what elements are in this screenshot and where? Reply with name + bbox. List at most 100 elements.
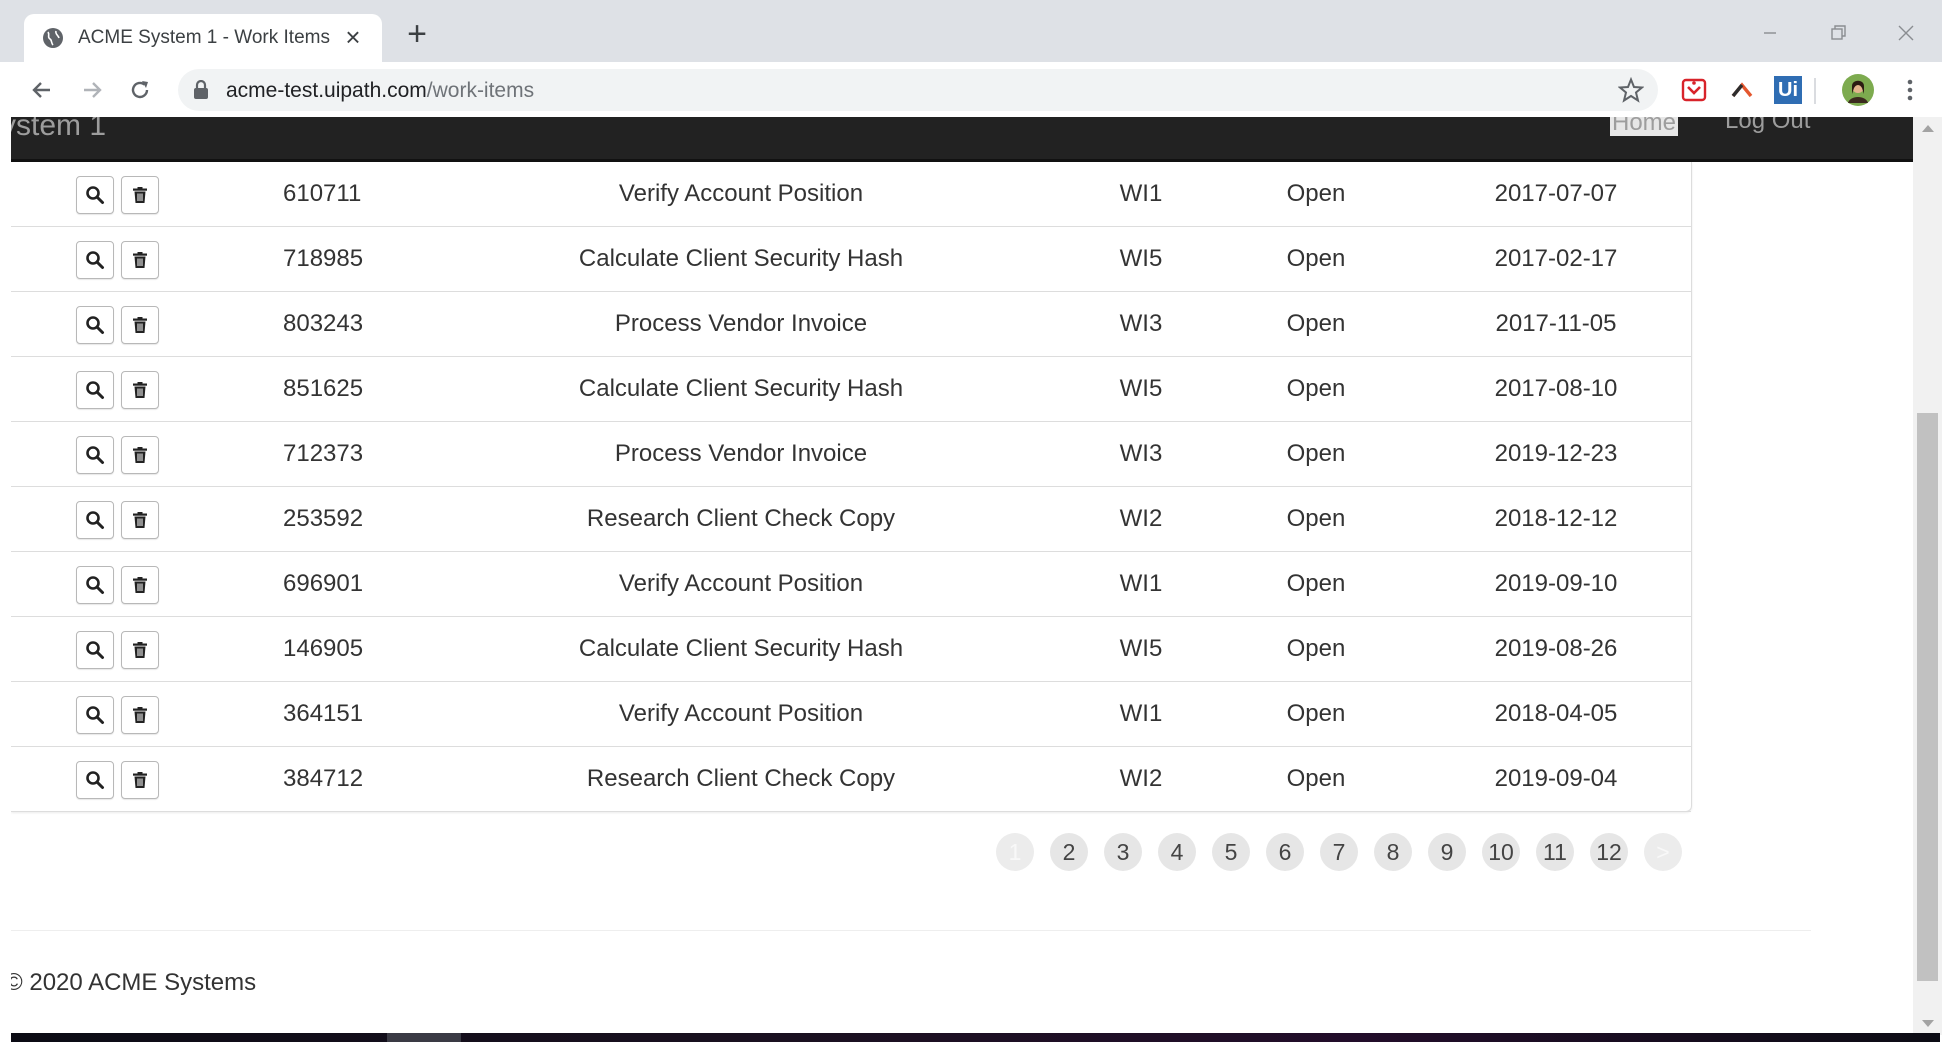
search-icon bbox=[86, 706, 104, 724]
screen: ACME System 1 - Work Items × + acme-test… bbox=[0, 0, 1942, 1042]
trash-icon bbox=[133, 707, 147, 723]
cell-wiid: 146905 bbox=[283, 635, 364, 662]
browser-menu-icon[interactable] bbox=[1896, 76, 1924, 104]
pagination-page[interactable]: 3 bbox=[1104, 833, 1142, 871]
delete-button[interactable] bbox=[121, 696, 159, 734]
new-tab-button[interactable]: + bbox=[402, 17, 432, 51]
reload-icon[interactable] bbox=[122, 72, 158, 108]
cell-description: Calculate Client Security Hash bbox=[578, 375, 904, 402]
nav-home-link[interactable]: Home bbox=[1610, 117, 1679, 136]
view-details-button[interactable] bbox=[76, 306, 114, 344]
cell-date: 2019-08-26 bbox=[1494, 635, 1618, 662]
work-items-table: 610711 Verify Account Position WI1 Open … bbox=[11, 162, 1692, 812]
address-bar[interactable]: acme-test.uipath.com/work-items bbox=[178, 69, 1658, 111]
view-details-button[interactable] bbox=[76, 241, 114, 279]
cell-status: Open bbox=[1286, 180, 1346, 207]
cell-status: Open bbox=[1286, 570, 1346, 597]
lock-icon bbox=[194, 80, 208, 99]
pagination-page[interactable]: 9 bbox=[1428, 833, 1466, 871]
caret-extension-icon[interactable] bbox=[1728, 76, 1756, 104]
minimize-icon[interactable] bbox=[1750, 16, 1790, 52]
trash-icon bbox=[133, 382, 147, 398]
page-scrollbar[interactable] bbox=[1913, 117, 1942, 1035]
forward-icon[interactable] bbox=[74, 72, 110, 108]
table-row: 696901 Verify Account Position WI1 Open … bbox=[11, 552, 1691, 617]
cell-date: 2017-02-17 bbox=[1494, 245, 1618, 272]
delete-button[interactable] bbox=[121, 501, 159, 539]
scroll-down-arrow-icon[interactable] bbox=[1922, 1020, 1934, 1027]
pagination-page[interactable]: 6 bbox=[1266, 833, 1304, 871]
cell-description: Verify Account Position bbox=[618, 570, 864, 597]
taskbar-active-app[interactable] bbox=[387, 1033, 461, 1042]
cell-type: WI3 bbox=[1119, 440, 1163, 467]
nav-logout-link[interactable]: Log Out bbox=[1725, 117, 1810, 135]
bookmark-star-icon[interactable] bbox=[1618, 77, 1644, 103]
delete-button[interactable] bbox=[121, 566, 159, 604]
view-details-button[interactable] bbox=[76, 436, 114, 474]
table-row: 253592 Research Client Check Copy WI2 Op… bbox=[11, 487, 1691, 552]
browser-tab[interactable]: ACME System 1 - Work Items × bbox=[24, 14, 382, 62]
delete-button[interactable] bbox=[121, 371, 159, 409]
view-details-button[interactable] bbox=[76, 176, 114, 214]
cell-description: Research Client Check Copy bbox=[586, 765, 896, 792]
close-window-icon[interactable] bbox=[1886, 16, 1926, 52]
restore-icon[interactable] bbox=[1818, 16, 1858, 52]
table-row: 146905 Calculate Client Security Hash WI… bbox=[11, 617, 1691, 682]
trash-icon bbox=[133, 772, 147, 788]
search-icon bbox=[86, 251, 104, 269]
cell-description: Calculate Client Security Hash bbox=[578, 635, 904, 662]
url-path: /work-items bbox=[426, 79, 535, 102]
pagination-page[interactable]: 4 bbox=[1158, 833, 1196, 871]
pagination-page[interactable]: 11 bbox=[1536, 833, 1574, 871]
close-tab-icon[interactable]: × bbox=[340, 24, 366, 50]
trash-icon bbox=[133, 642, 147, 658]
delete-button[interactable] bbox=[121, 761, 159, 799]
pagination-page[interactable]: 8 bbox=[1374, 833, 1412, 871]
cell-description: Verify Account Position bbox=[618, 180, 864, 207]
back-icon[interactable] bbox=[24, 72, 60, 108]
table-row: 803243 Process Vendor Invoice WI3 Open 2… bbox=[11, 292, 1691, 357]
search-icon bbox=[86, 771, 104, 789]
delete-button[interactable] bbox=[121, 241, 159, 279]
cell-date: 2017-07-07 bbox=[1494, 180, 1618, 207]
pagination-page[interactable]: 5 bbox=[1212, 833, 1250, 871]
pocket-extension-icon[interactable] bbox=[1680, 76, 1708, 104]
delete-button[interactable] bbox=[121, 306, 159, 344]
scrollbar-thumb[interactable] bbox=[1917, 413, 1938, 981]
pagination-page[interactable]: 12 bbox=[1590, 833, 1628, 871]
view-details-button[interactable] bbox=[76, 761, 114, 799]
url-host: acme-test.uipath.com bbox=[226, 79, 427, 102]
view-details-button[interactable] bbox=[76, 696, 114, 734]
delete-button[interactable] bbox=[121, 176, 159, 214]
pagination-page[interactable]: 10 bbox=[1482, 833, 1520, 871]
cell-type: WI3 bbox=[1119, 310, 1163, 337]
view-details-button[interactable] bbox=[76, 566, 114, 604]
cell-wiid: 384712 bbox=[283, 765, 364, 792]
pagination-page[interactable]: 2 bbox=[1050, 833, 1088, 871]
table-row: 364151 Verify Account Position WI1 Open … bbox=[11, 682, 1691, 747]
search-icon bbox=[86, 316, 104, 334]
cell-wiid: 851625 bbox=[283, 375, 364, 402]
scroll-up-arrow-icon[interactable] bbox=[1922, 125, 1934, 132]
pagination-page[interactable]: 7 bbox=[1320, 833, 1358, 871]
view-details-button[interactable] bbox=[76, 501, 114, 539]
cell-description: Research Client Check Copy bbox=[586, 505, 896, 532]
app-navbar: ystem 1 Home Log Out bbox=[11, 117, 1913, 162]
delete-button[interactable] bbox=[121, 436, 159, 474]
pagination-next[interactable]: > bbox=[1644, 833, 1682, 871]
cell-description: Process Vendor Invoice bbox=[614, 310, 868, 337]
view-details-button[interactable] bbox=[76, 631, 114, 669]
view-details-button[interactable] bbox=[76, 371, 114, 409]
delete-button[interactable] bbox=[121, 631, 159, 669]
trash-icon bbox=[133, 447, 147, 463]
profile-avatar[interactable] bbox=[1842, 74, 1874, 106]
cell-status: Open bbox=[1286, 505, 1346, 532]
cell-description: Process Vendor Invoice bbox=[614, 440, 868, 467]
navbar-brand[interactable]: ystem 1 bbox=[11, 117, 106, 143]
browser-toolbar: acme-test.uipath.com/work-items Ui bbox=[0, 62, 1942, 117]
pagination-page[interactable]: 1 bbox=[996, 833, 1034, 871]
table-row: 712373 Process Vendor Invoice WI3 Open 2… bbox=[11, 422, 1691, 487]
cell-wiid: 610711 bbox=[283, 180, 362, 207]
cell-type: WI1 bbox=[1119, 700, 1163, 727]
uipath-extension-icon[interactable]: Ui bbox=[1774, 76, 1802, 104]
